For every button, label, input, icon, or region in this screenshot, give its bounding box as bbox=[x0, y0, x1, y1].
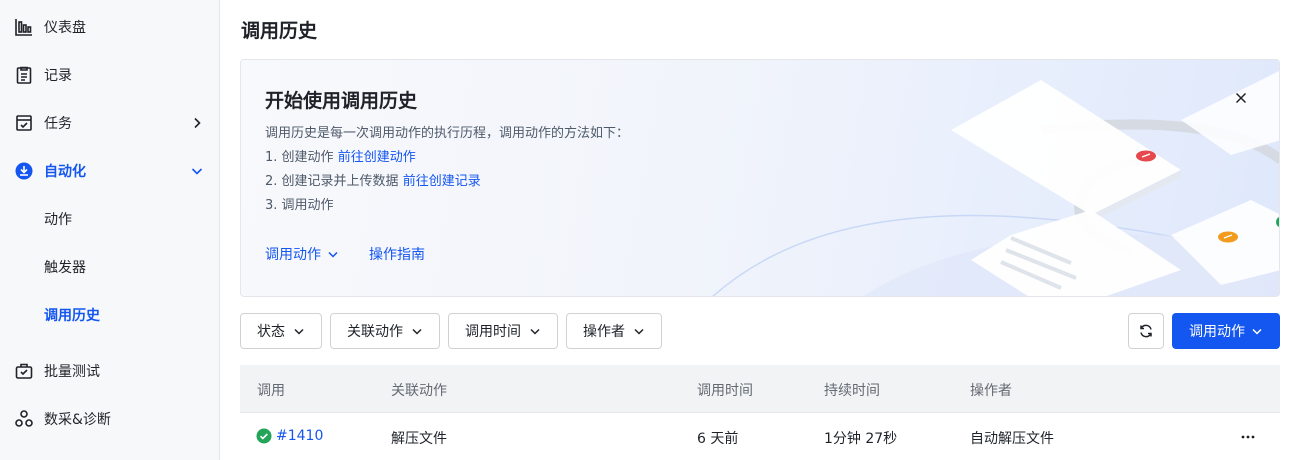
automation-icon bbox=[14, 161, 34, 181]
filter-label: 状态 bbox=[257, 324, 285, 340]
refresh-button[interactable] bbox=[1128, 313, 1164, 349]
more-icon bbox=[1241, 435, 1255, 439]
sidebar-item-diagnosis[interactable]: 数采&诊断 bbox=[0, 399, 219, 439]
sidebar-item-tasks[interactable]: 任务 bbox=[0, 103, 219, 143]
sidebar-item-automation[interactable]: 自动化 bbox=[0, 151, 219, 191]
call-action-button[interactable]: 调用动作 bbox=[1172, 313, 1280, 349]
chevron-down-icon bbox=[411, 325, 423, 337]
operation-guide-link[interactable]: 操作指南 bbox=[369, 244, 425, 264]
clipboard-icon bbox=[14, 65, 34, 85]
sidebar-subitem-triggers[interactable]: 触发器 bbox=[0, 247, 219, 287]
chevron-down-icon bbox=[529, 325, 541, 337]
sidebar-item-label: 批量测试 bbox=[44, 364, 100, 380]
call-action-label: 调用动作 bbox=[1189, 324, 1245, 340]
sidebar-subitem-label: 动作 bbox=[44, 212, 72, 228]
banner-call-action-label: 调用动作 bbox=[265, 247, 321, 263]
filter-label: 调用时间 bbox=[465, 324, 521, 340]
step-text: 2. 创建记录并上传数据 bbox=[265, 174, 399, 189]
step-text: 1. 创建动作 bbox=[265, 150, 334, 165]
sidebar-item-label: 记录 bbox=[44, 68, 72, 84]
run-id-link[interactable]: #1410 bbox=[256, 428, 323, 444]
more-actions-button[interactable] bbox=[1238, 427, 1258, 447]
column-duration: 持续时间 bbox=[824, 383, 880, 399]
column-operator: 操作者 bbox=[970, 383, 1012, 399]
column-call-time: 调用时间 bbox=[697, 383, 753, 399]
create-record-link[interactable]: 前往创建记录 bbox=[403, 174, 481, 189]
chevron-down-icon bbox=[189, 163, 205, 179]
sidebar-subitem-label: 触发器 bbox=[44, 260, 86, 276]
bar-chart-icon bbox=[14, 17, 34, 37]
page-title: 调用历史 bbox=[241, 20, 318, 42]
refresh-icon bbox=[1138, 323, 1154, 339]
create-action-link[interactable]: 前往创建动作 bbox=[338, 150, 416, 165]
filter-related-action[interactable]: 关联动作 bbox=[330, 313, 440, 349]
sidebar: 仪表盘 记录 任务 自动化 动作 触发器 调用历史 批量测试 数采&诊断 bbox=[0, 0, 220, 460]
banner-step-2: 2. 创建记录并上传数据 前往创建记录 bbox=[265, 170, 481, 189]
banner-description: 调用历史是每一次调用动作的执行历程，调用动作的方法如下： bbox=[265, 126, 630, 141]
sidebar-item-label: 仪表盘 bbox=[44, 20, 86, 36]
banner-step-3: 3. 调用动作 bbox=[265, 198, 334, 213]
sidebar-item-label: 自动化 bbox=[44, 164, 86, 180]
sidebar-subitem-actions[interactable]: 动作 bbox=[0, 199, 219, 239]
sidebar-subitem-call-history[interactable]: 调用历史 bbox=[0, 295, 219, 335]
onboarding-banner: 开始使用调用历史 调用历史是每一次调用动作的执行历程，调用动作的方法如下： 1.… bbox=[240, 59, 1280, 297]
run-id-text: #1410 bbox=[276, 428, 324, 444]
table-row[interactable]: #1410 解压文件 6 天前 1分钟 27秒 自动解压文件 bbox=[240, 413, 1280, 460]
close-icon bbox=[1235, 92, 1247, 104]
diagnosis-icon bbox=[14, 409, 34, 429]
sidebar-subitem-label: 调用历史 bbox=[44, 308, 100, 324]
filter-call-time[interactable]: 调用时间 bbox=[448, 313, 558, 349]
filter-operator[interactable]: 操作者 bbox=[566, 313, 662, 349]
banner-call-action-dropdown[interactable]: 调用动作 bbox=[265, 244, 339, 264]
task-icon bbox=[14, 113, 34, 133]
sidebar-item-label: 数采&诊断 bbox=[44, 412, 111, 428]
close-banner-button[interactable] bbox=[1231, 88, 1251, 108]
related-action-cell: 解压文件 bbox=[391, 431, 447, 447]
banner-illustration bbox=[712, 71, 1279, 296]
column-call: 调用 bbox=[257, 383, 285, 399]
chevron-down-icon bbox=[327, 248, 339, 260]
sidebar-item-records[interactable]: 记录 bbox=[0, 55, 219, 95]
table-header: 调用 关联动作 调用时间 持续时间 操作者 bbox=[240, 365, 1280, 413]
chevron-down-icon bbox=[1251, 325, 1263, 337]
banner-step-1: 1. 创建动作 前往创建动作 bbox=[265, 146, 416, 165]
call-time-cell: 6 天前 bbox=[697, 431, 739, 447]
chevron-down-icon bbox=[293, 325, 305, 337]
briefcase-icon bbox=[14, 361, 34, 381]
filter-label: 关联动作 bbox=[347, 324, 403, 340]
sidebar-item-dashboard[interactable]: 仪表盘 bbox=[0, 7, 219, 47]
duration-cell: 1分钟 27秒 bbox=[824, 431, 898, 447]
filter-label: 操作者 bbox=[583, 324, 625, 340]
chevron-down-icon bbox=[633, 325, 645, 337]
success-icon bbox=[256, 428, 272, 444]
sidebar-item-batch-test[interactable]: 批量测试 bbox=[0, 351, 219, 391]
chevron-right-icon bbox=[189, 115, 205, 131]
banner-title: 开始使用调用历史 bbox=[265, 90, 418, 112]
filter-status[interactable]: 状态 bbox=[240, 313, 322, 349]
sidebar-item-label: 任务 bbox=[44, 116, 72, 132]
operator-cell: 自动解压文件 bbox=[970, 431, 1054, 447]
column-related-action: 关联动作 bbox=[391, 383, 447, 399]
